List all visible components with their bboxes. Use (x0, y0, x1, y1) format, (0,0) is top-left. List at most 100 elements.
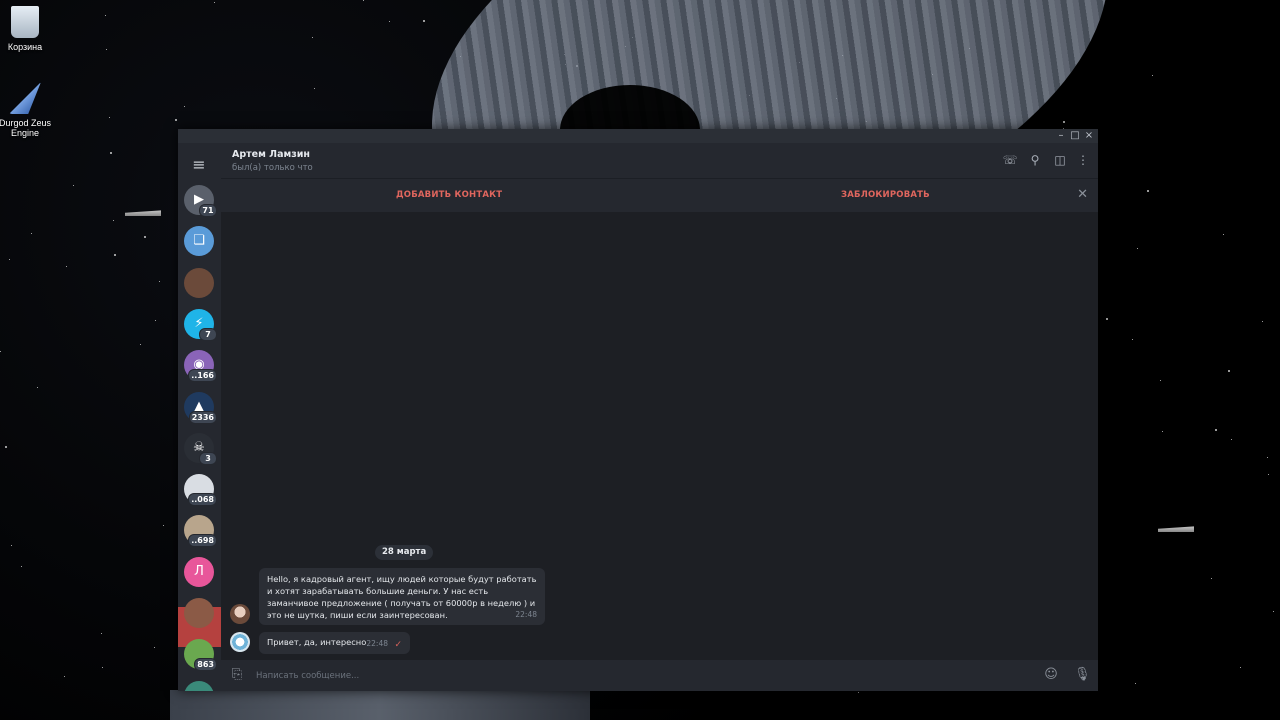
star (1137, 248, 1139, 250)
star (4, 446, 7, 449)
chat-avatar-glyph: ❏ (193, 233, 205, 249)
ship-hull-image (170, 690, 590, 720)
chat-avatar[interactable] (184, 267, 214, 298)
star (101, 666, 103, 668)
telegram-window: – □ × ≡ ▶ 71 ❏ ⚡ 7 ◉ ..166 ▲ 2336 ☠ 3 ..068 ..698 Л 86… (178, 129, 1098, 691)
chat-avatar[interactable]: ▶ 71 (184, 185, 217, 217)
star (1131, 338, 1133, 340)
desktop-icon-label: Durgod Zeus Engine (0, 118, 52, 138)
chat-avatar-glyph: Л (194, 563, 204, 579)
chat-avatar[interactable]: ⚡ 7 (184, 308, 217, 341)
star (1135, 682, 1137, 684)
message-text: Привет, да, интересно (267, 637, 367, 647)
close-icon[interactable]: ✕ (1077, 187, 1088, 202)
unread-badge: ..698 (188, 534, 217, 548)
star (153, 647, 155, 649)
star (363, 0, 365, 2)
star (110, 151, 113, 154)
star (1063, 121, 1066, 124)
message-area: 28 марта Hello, я кадровый агент, ищу лю… (221, 212, 1098, 660)
more-options-icon[interactable]: ⋮ (1075, 152, 1091, 168)
unread-badge: ..068 (188, 493, 217, 507)
unread-badge: 863 (194, 658, 217, 672)
chat-avatar[interactable]: 863 (184, 639, 217, 672)
star (1105, 317, 1108, 320)
sidebar-toggle-icon[interactable]: ◫ (1052, 152, 1068, 168)
unread-badge: 7 (199, 327, 217, 341)
star (72, 184, 74, 186)
star (10, 544, 12, 546)
own-avatar[interactable] (230, 632, 250, 652)
chat-avatar[interactable]: ..698 (184, 515, 217, 548)
star (8, 259, 10, 261)
star (1152, 75, 1154, 77)
star (162, 524, 164, 526)
contact-status: был(а) только что (232, 163, 313, 173)
star (314, 87, 316, 89)
message-input[interactable] (254, 667, 1018, 685)
starship-image (125, 210, 161, 216)
chat-avatar[interactable]: Л (184, 556, 214, 587)
chat-avatar[interactable]: ❏ (184, 226, 214, 257)
star (1228, 370, 1231, 373)
chat-avatar[interactable]: ◉ ..166 (184, 350, 217, 383)
maximize-button[interactable]: □ (1068, 129, 1082, 143)
star (858, 691, 860, 693)
chat-avatar[interactable]: ▲ 2336 (184, 391, 217, 424)
chat-avatar-glyph (184, 268, 214, 298)
emoji-icon[interactable]: ☺ (1043, 667, 1059, 683)
star (1210, 577, 1212, 579)
message-time: 22:48 (515, 610, 537, 619)
unread-badge: ..166 (188, 369, 217, 383)
star (112, 219, 114, 221)
message-composer: ⎘ ☺ 🎙 (221, 660, 1098, 691)
unread-badge: 71 (199, 204, 217, 217)
durgod-desktop-icon[interactable]: Durgod Zeus Engine (0, 82, 55, 138)
star (139, 344, 141, 346)
recycle-bin-desktop-icon[interactable]: Корзина (0, 6, 55, 52)
star (158, 280, 160, 282)
phone-icon[interactable]: ☏ (1002, 152, 1018, 168)
star (389, 21, 391, 23)
desktop-icon-label: Корзина (7, 42, 43, 52)
star (37, 386, 39, 388)
durgod-app-icon (9, 82, 41, 114)
message-time: 22:48 (366, 639, 388, 648)
star (66, 265, 68, 267)
message-text: Hello, я кадровый агент, ищу людей котор… (267, 574, 537, 620)
star (1267, 457, 1269, 459)
add-contact-button[interactable]: ДОБАВИТЬ КОНТАКТ (396, 190, 502, 200)
sender-avatar[interactable] (230, 604, 250, 624)
unread-badge: 3 (199, 451, 217, 465)
chat-avatar[interactable] (184, 680, 214, 691)
microphone-icon[interactable]: 🎙 (1074, 667, 1091, 683)
star (154, 319, 156, 321)
chat-avatar-glyph (184, 598, 214, 628)
read-check-icon: ✓ (394, 640, 402, 650)
chat-avatar[interactable]: ☠ 3 (184, 432, 217, 465)
close-button[interactable]: × (1082, 129, 1096, 143)
star (1273, 610, 1275, 612)
outgoing-message-bubble[interactable]: Привет, да, интересно 22:48 ✓ (259, 632, 410, 654)
starship-image (1158, 526, 1194, 532)
minimize-button[interactable]: – (1054, 129, 1068, 143)
star (1261, 320, 1263, 322)
chat-avatar[interactable]: ..068 (184, 474, 217, 507)
hamburger-menu-icon[interactable]: ≡ (191, 155, 207, 175)
star (144, 236, 147, 239)
date-separator: 28 марта (375, 545, 434, 560)
star (1214, 428, 1217, 431)
chat-avatar[interactable] (184, 598, 214, 628)
chat-sidebar: ≡ ▶ 71 ❏ ⚡ 7 ◉ ..166 ▲ 2336 ☠ 3 ..068 ..698 Л 863 (178, 143, 221, 691)
star (1161, 431, 1163, 433)
recycle-bin-icon (11, 6, 39, 38)
contact-name[interactable]: Артем Ламзин (232, 149, 310, 160)
search-icon[interactable]: ⚲ (1027, 152, 1043, 168)
star (1267, 474, 1269, 476)
block-button[interactable]: ЗАБЛОКИРОВАТЬ (841, 190, 930, 200)
star (423, 19, 426, 22)
star (106, 49, 108, 51)
incoming-message-bubble[interactable]: Hello, я кадровый агент, ищу людей котор… (259, 568, 545, 625)
chat-avatar-glyph (184, 681, 214, 691)
attachment-icon[interactable]: ⎘ (229, 667, 245, 683)
